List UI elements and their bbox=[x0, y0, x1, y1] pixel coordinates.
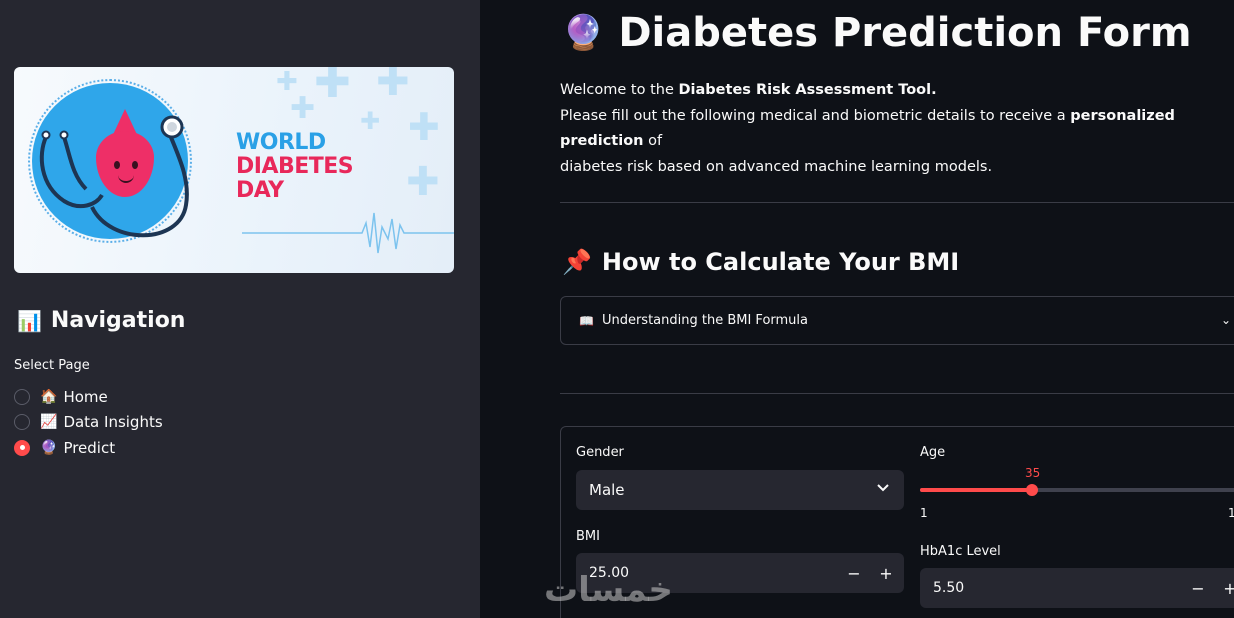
radio-option-data-insights[interactable]: 📈 Data Insights bbox=[14, 410, 163, 436]
bmi-section-title: How to Calculate Your BMI bbox=[601, 248, 960, 276]
bmi-label: BMI bbox=[576, 529, 600, 544]
drop-eye bbox=[132, 161, 138, 169]
chevron-down-icon: ⌄ bbox=[1220, 313, 1231, 327]
bar-chart-icon: 📊 bbox=[17, 308, 42, 333]
banner-line-diabetes: DIABETES bbox=[236, 154, 354, 179]
expander-label: Understanding the BMI Formula bbox=[601, 313, 808, 328]
drop-eye bbox=[114, 161, 120, 169]
hba1c-increment-button[interactable]: + bbox=[1214, 568, 1234, 608]
plus-decoration-icon: ✚ bbox=[360, 107, 381, 135]
age-slider[interactable] bbox=[920, 484, 1234, 496]
hba1c-decrement-button[interactable]: − bbox=[1182, 568, 1214, 608]
banner-text: WORLD DIABETES DAY bbox=[236, 130, 354, 203]
plus-decoration-icon: ✚ bbox=[290, 91, 316, 126]
intro-instructions: Please fill out the following medical an… bbox=[560, 107, 1071, 124]
page-title-text: Diabetes Prediction Form bbox=[618, 10, 1192, 56]
chevron-down-icon bbox=[877, 484, 889, 492]
watermark-logo: خمسات bbox=[544, 570, 673, 610]
navigation-heading: 📊 Navigation bbox=[17, 308, 185, 333]
plus-decoration-icon: ✚ bbox=[376, 67, 410, 105]
navigation-title: Navigation bbox=[50, 308, 186, 333]
age-slider-fill bbox=[920, 488, 1032, 492]
select-page-label: Select Page bbox=[14, 358, 90, 373]
age-slider-min: 1 bbox=[920, 506, 928, 520]
bmi-increment-button[interactable]: + bbox=[870, 553, 902, 593]
banner-line-day: DAY bbox=[236, 178, 284, 203]
intro-of: of bbox=[643, 133, 663, 149]
sidebar: ✚ ✚ ✚ ✚ ✚ ✚ ✚ WORLD DIABETES DAY 📊 Navig… bbox=[0, 0, 480, 618]
bmi-decrement-button[interactable]: − bbox=[838, 553, 870, 593]
radio-label: Home bbox=[63, 387, 108, 406]
pushpin-icon: 📌 bbox=[562, 248, 592, 276]
intro-line-1: Welcome to the Diabetes Risk Assessment … bbox=[560, 78, 1230, 104]
radio-circle[interactable] bbox=[14, 414, 30, 431]
gender-label: Gender bbox=[576, 445, 624, 460]
hba1c-value: 5.50 bbox=[933, 580, 965, 596]
house-icon: 🏠 bbox=[40, 388, 58, 405]
intro-line-3: diabetes risk based on advanced machine … bbox=[560, 158, 993, 175]
heartbeat-line-icon bbox=[242, 212, 454, 254]
plus-decoration-icon: ✚ bbox=[408, 105, 440, 149]
intro-text: Welcome to the Diabetes Risk Assessment … bbox=[560, 78, 1230, 180]
gender-select[interactable]: Male bbox=[576, 470, 904, 510]
world-diabetes-day-banner: ✚ ✚ ✚ ✚ ✚ ✚ ✚ WORLD DIABETES DAY bbox=[14, 67, 454, 273]
bmi-section-heading: 📌 How to Calculate Your BMI bbox=[562, 248, 959, 276]
book-icon: 📖 bbox=[579, 313, 594, 328]
line-chart-icon: 📈 bbox=[40, 414, 58, 431]
page-radio-group: 🏠 Home 📈 Data Insights 🔮 Predict bbox=[14, 384, 163, 461]
banner-line-world: WORLD bbox=[236, 130, 326, 155]
bmi-formula-expander[interactable]: 📖 Understanding the BMI Formula ⌄ bbox=[560, 296, 1234, 345]
radio-option-predict[interactable]: 🔮 Predict bbox=[14, 435, 163, 461]
gender-value: Male bbox=[589, 481, 625, 499]
radio-circle-selected[interactable] bbox=[14, 439, 30, 456]
crystal-ball-icon: 🔮 bbox=[562, 13, 605, 53]
age-slider-thumb[interactable] bbox=[1026, 484, 1038, 496]
page-title: 🔮 Diabetes Prediction Form bbox=[562, 10, 1192, 56]
age-label: Age bbox=[920, 445, 946, 460]
radio-option-home[interactable]: 🏠 Home bbox=[14, 384, 163, 410]
intro-welcome: Welcome to the bbox=[560, 82, 679, 98]
intro-tool-name: Diabetes Risk Assessment Tool. bbox=[678, 82, 937, 98]
radio-label: Data Insights bbox=[63, 413, 163, 432]
age-slider-max: 100 bbox=[1228, 506, 1234, 520]
intro-line-2: Please fill out the following medical an… bbox=[560, 104, 1230, 155]
plus-decoration-icon: ✚ bbox=[406, 159, 440, 205]
hba1c-label: HbA1c Level bbox=[920, 544, 1001, 559]
radio-circle[interactable] bbox=[14, 388, 30, 405]
age-slider-value: 35 bbox=[1025, 466, 1041, 480]
divider bbox=[560, 393, 1234, 394]
crystal-ball-icon: 🔮 bbox=[40, 439, 58, 456]
plus-decoration-icon: ✚ bbox=[314, 67, 351, 108]
radio-label: Predict bbox=[63, 438, 116, 457]
divider bbox=[560, 202, 1234, 203]
main-content: 🔮 Diabetes Prediction Form Welcome to th… bbox=[480, 0, 1234, 618]
hba1c-number-input[interactable]: 5.50 − + bbox=[920, 568, 1234, 608]
